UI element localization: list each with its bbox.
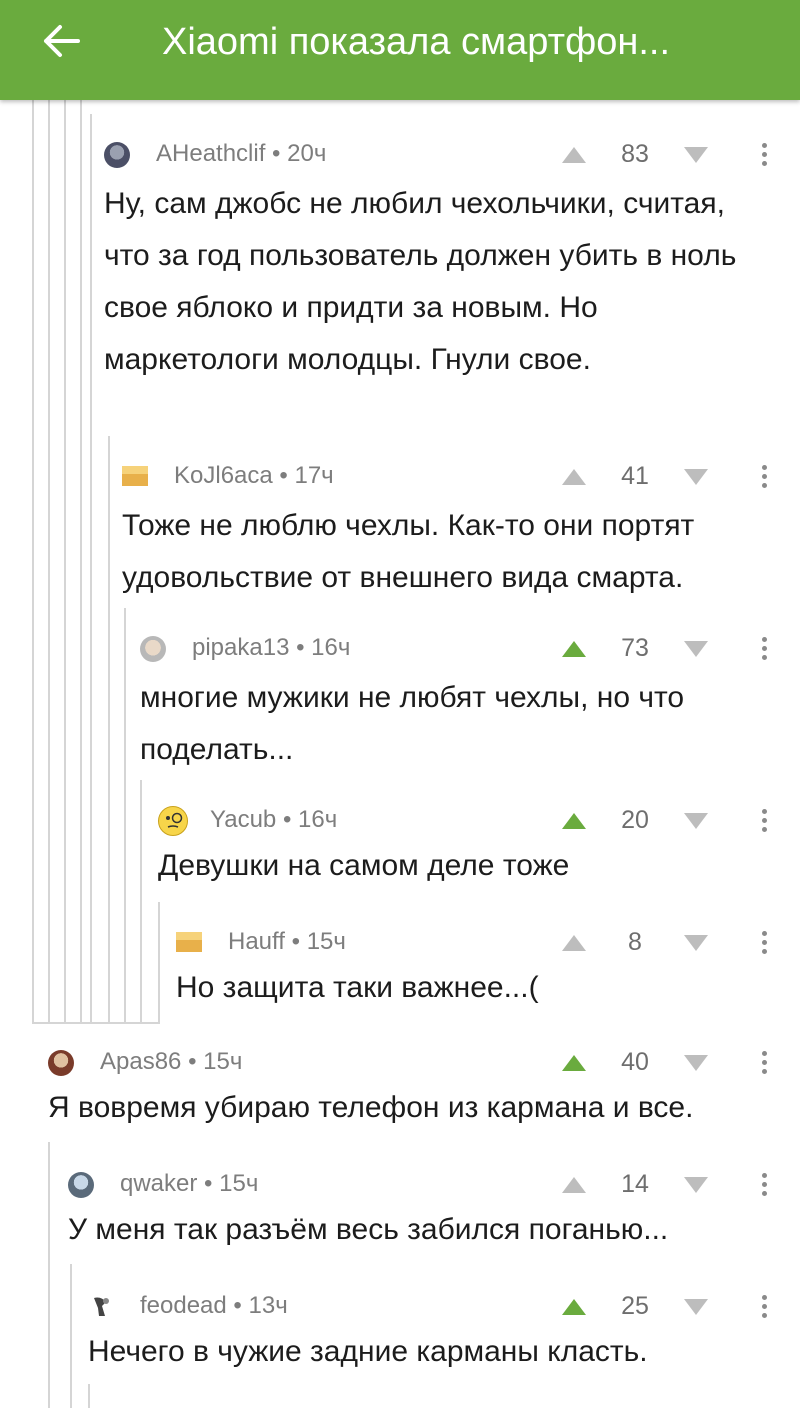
comment: qwaker • 15ч 14 У меня так разъём весь з…: [68, 1164, 784, 1264]
more-options-icon[interactable]: [754, 806, 774, 836]
comment-header: AHeathclif • 20ч 83: [104, 134, 784, 174]
monocle-smiley-avatar[interactable]: [158, 806, 188, 836]
author-name[interactable]: Apas86: [100, 1048, 181, 1075]
comment: KoJl6aca • 17ч 41 Тоже не люблю чехлы. К…: [122, 456, 784, 606]
author-name[interactable]: feodead: [140, 1292, 227, 1319]
rating-count: 73: [621, 634, 649, 662]
comment-time: 16ч: [298, 806, 338, 833]
upvote-icon[interactable]: [562, 641, 586, 657]
rating-count: 83: [621, 140, 649, 168]
more-options-icon[interactable]: [754, 1292, 774, 1322]
comment: Hauff • 15ч 8 Но защита таки важнее...(: [176, 922, 784, 1022]
comment-header: feodead • 13ч 25: [88, 1286, 784, 1326]
comment: Apas86 • 15ч 40 Я вовремя убираю телефон…: [48, 1042, 784, 1142]
avatar[interactable]: [104, 142, 130, 168]
author-meta[interactable]: Hauff • 15ч: [228, 922, 346, 962]
author-meta[interactable]: AHeathclif • 20ч: [156, 134, 326, 174]
comment-time: 15ч: [306, 928, 346, 955]
comment-time: 15ч: [219, 1170, 259, 1197]
upvote-icon[interactable]: [562, 1299, 586, 1315]
rating-count: 25: [621, 1292, 649, 1320]
comment: feodead • 13ч 25 Нечего в чужие задние к…: [88, 1286, 784, 1386]
default-avatar[interactable]: [176, 932, 202, 952]
rating-count: 8: [628, 928, 642, 956]
more-options-icon[interactable]: [754, 462, 774, 492]
avatar[interactable]: [140, 636, 166, 662]
comment-text: многие мужики не любят чехлы, но что под…: [140, 681, 685, 766]
rating-count: 14: [621, 1170, 649, 1198]
author-meta[interactable]: pipaka13 • 16ч: [192, 628, 350, 668]
avatar[interactable]: [68, 1172, 94, 1198]
comment-text: Девушки на самом деле тоже: [158, 849, 570, 882]
comment-text: Нечего в чужие задние карманы класть.: [88, 1335, 648, 1368]
upvote-icon[interactable]: [562, 935, 586, 951]
downvote-icon[interactable]: [684, 641, 708, 657]
author-name[interactable]: pipaka13: [192, 634, 289, 661]
author-meta[interactable]: feodead • 13ч: [140, 1286, 288, 1326]
comment-time: 13ч: [248, 1292, 288, 1319]
comment-header: Yacub • 16ч 20: [158, 800, 784, 840]
comment-time: 20ч: [287, 140, 327, 167]
upvote-icon[interactable]: [562, 469, 586, 485]
rating-count: 40: [621, 1048, 649, 1076]
avatar[interactable]: [48, 1050, 74, 1076]
app-bar: Xiaomi показала смартфон...: [0, 0, 800, 100]
downvote-icon[interactable]: [684, 935, 708, 951]
default-avatar[interactable]: [122, 466, 148, 486]
comment-text: Тоже не люблю чехлы. Как-то они портят у…: [122, 509, 695, 594]
author-name[interactable]: Hauff: [228, 928, 285, 955]
comment-text: Я вовремя убираю телефон из кармана и вс…: [48, 1091, 694, 1124]
author-meta[interactable]: Yacub • 16ч: [210, 800, 337, 840]
downvote-icon[interactable]: [684, 469, 708, 485]
comment-time: 15ч: [203, 1048, 243, 1075]
downvote-icon[interactable]: [684, 813, 708, 829]
downvote-icon[interactable]: [684, 147, 708, 163]
comment: Yacub • 16ч 20 Девушки на самом деле тож…: [158, 800, 784, 900]
downvote-icon[interactable]: [684, 1299, 708, 1315]
comment-time: 17ч: [294, 462, 334, 489]
comment-text: Но защита таки важнее...(: [176, 971, 539, 1004]
more-options-icon[interactable]: [754, 140, 774, 170]
comment: pipaka13 • 16ч 73 многие мужики не любят…: [140, 628, 784, 778]
upvote-icon[interactable]: [562, 1177, 586, 1193]
author-meta[interactable]: KoJl6aca • 17ч: [174, 456, 334, 496]
more-options-icon[interactable]: [754, 634, 774, 664]
upvote-icon[interactable]: [562, 1055, 586, 1071]
downvote-icon[interactable]: [684, 1055, 708, 1071]
more-options-icon[interactable]: [754, 1170, 774, 1200]
comment-header: Hauff • 15ч 8: [176, 922, 784, 962]
comment-header: pipaka13 • 16ч 73: [140, 628, 784, 668]
author-meta[interactable]: Apas86 • 15ч: [100, 1042, 242, 1082]
more-options-icon[interactable]: [754, 1048, 774, 1078]
author-name[interactable]: KoJl6aca: [174, 462, 273, 489]
comment-text: У меня так разъём весь забился поганью..…: [68, 1213, 669, 1246]
arrow-left-icon: [44, 25, 80, 57]
author-name[interactable]: AHeathclif: [156, 140, 265, 167]
more-options-icon[interactable]: [754, 928, 774, 958]
page-title: Xiaomi показала смартфон...: [162, 21, 671, 63]
comment-text: Ну, сам джобс не любил чехольчики, счита…: [104, 187, 737, 376]
author-meta[interactable]: qwaker • 15ч: [120, 1164, 258, 1204]
rating-count: 20: [621, 806, 649, 834]
upvote-icon[interactable]: [562, 813, 586, 829]
avatar[interactable]: [88, 1294, 114, 1320]
upvote-icon[interactable]: [562, 147, 586, 163]
comment-header: qwaker • 15ч 14: [68, 1164, 784, 1204]
comment-header: KoJl6aca • 17ч 41: [122, 456, 784, 496]
back-button[interactable]: [30, 18, 94, 64]
author-name[interactable]: Yacub: [210, 806, 276, 833]
comment-header: Apas86 • 15ч 40: [48, 1042, 784, 1082]
author-name[interactable]: qwaker: [120, 1170, 197, 1197]
rating-count: 41: [621, 462, 649, 490]
comment-time: 16ч: [311, 634, 351, 661]
comment: AHeathclif • 20ч 83 Ну, сам джобс не люб…: [104, 134, 784, 424]
downvote-icon[interactable]: [684, 1177, 708, 1193]
